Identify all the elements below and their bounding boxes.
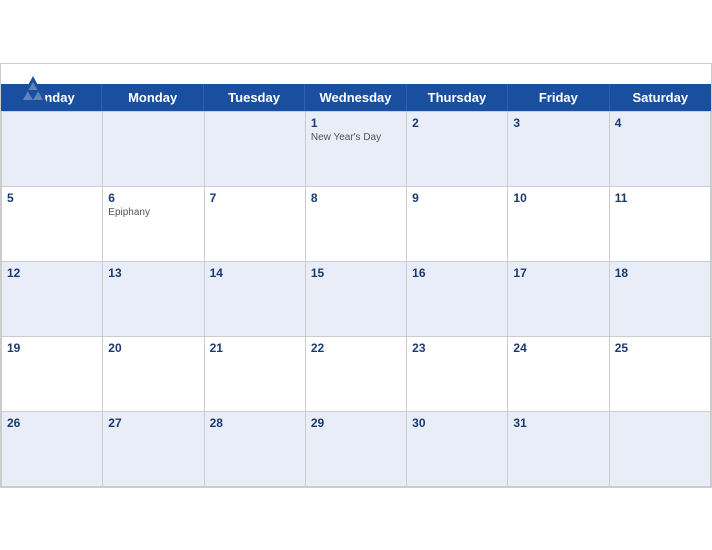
date-number: 21: [210, 341, 300, 355]
date-number: 12: [7, 266, 97, 280]
calendar-cell: 2: [407, 112, 508, 187]
date-number: 30: [412, 416, 502, 430]
date-number: 29: [311, 416, 401, 430]
date-number: 17: [513, 266, 603, 280]
calendar-cell: 23: [407, 337, 508, 412]
calendar-cell: 25: [610, 337, 711, 412]
calendar-cell: 1 New Year's Day: [306, 112, 407, 187]
date-number: 16: [412, 266, 502, 280]
calendar-cell: 26: [2, 412, 103, 487]
calendar-cell: [2, 112, 103, 187]
date-number: 6: [108, 191, 198, 205]
date-number: 14: [210, 266, 300, 280]
calendar-cell: 7: [205, 187, 306, 262]
calendar-grid: 1New Year's Day23456Epiphany789101112131…: [1, 111, 711, 487]
logo-icon: [17, 74, 49, 104]
calendar-cell: 30: [407, 412, 508, 487]
calendar-cell: 15: [306, 262, 407, 337]
date-number: 23: [412, 341, 502, 355]
calendar-cell: [205, 112, 306, 187]
date-number: 7: [210, 191, 300, 205]
calendar-cell: 22: [306, 337, 407, 412]
calendar-cell: 4: [610, 112, 711, 187]
calendar-cell: 3: [508, 112, 609, 187]
day-header-wednesday: Wednesday: [305, 84, 406, 111]
calendar-cell: 29: [306, 412, 407, 487]
calendar-cell: 13: [103, 262, 204, 337]
date-number: 3: [513, 116, 603, 130]
calendar-cell: 10: [508, 187, 609, 262]
date-number: 9: [412, 191, 502, 205]
date-number: 8: [311, 191, 401, 205]
calendar-cell: 17: [508, 262, 609, 337]
calendar-header: [1, 64, 711, 84]
calendar-cell: [610, 412, 711, 487]
calendar-cell: 5: [2, 187, 103, 262]
calendar-cell: 9: [407, 187, 508, 262]
calendar-cell: 11: [610, 187, 711, 262]
date-number: 22: [311, 341, 401, 355]
calendar-cell: 18: [610, 262, 711, 337]
day-header-tuesday: Tuesday: [204, 84, 305, 111]
date-number: 31: [513, 416, 603, 430]
logo: [17, 74, 53, 104]
date-number: 10: [513, 191, 603, 205]
calendar-cell: 20: [103, 337, 204, 412]
date-number: 11: [615, 191, 705, 205]
date-number: 27: [108, 416, 198, 430]
calendar-cell: 6 Epiphany: [103, 187, 204, 262]
date-number: 26: [7, 416, 97, 430]
date-number: 20: [108, 341, 198, 355]
date-number: 15: [311, 266, 401, 280]
date-number: 28: [210, 416, 300, 430]
date-number: 1: [311, 116, 401, 130]
days-of-week-header: SundayMondayTuesdayWednesdayThursdayFrid…: [1, 84, 711, 111]
date-number: 24: [513, 341, 603, 355]
calendar-cell: 12: [2, 262, 103, 337]
day-header-thursday: Thursday: [407, 84, 508, 111]
date-number: 5: [7, 191, 97, 205]
calendar-cell: 19: [2, 337, 103, 412]
calendar-cell: 28: [205, 412, 306, 487]
calendar-cell: 8: [306, 187, 407, 262]
date-number: 13: [108, 266, 198, 280]
calendar-cell: 21: [205, 337, 306, 412]
calendar-cell: 16: [407, 262, 508, 337]
holiday-label: Epiphany: [108, 207, 198, 218]
calendar-cell: 24: [508, 337, 609, 412]
date-number: 4: [615, 116, 705, 130]
date-number: 19: [7, 341, 97, 355]
day-header-saturday: Saturday: [610, 84, 711, 111]
date-number: 25: [615, 341, 705, 355]
date-number: 18: [615, 266, 705, 280]
calendar-cell: 31: [508, 412, 609, 487]
calendar-cell: 27: [103, 412, 204, 487]
calendar-cell: 14: [205, 262, 306, 337]
holiday-label: New Year's Day: [311, 132, 401, 143]
date-number: 2: [412, 116, 502, 130]
calendar-cell: [103, 112, 204, 187]
day-header-friday: Friday: [508, 84, 609, 111]
calendar: SundayMondayTuesdayWednesdayThursdayFrid…: [0, 63, 712, 488]
day-header-monday: Monday: [102, 84, 203, 111]
